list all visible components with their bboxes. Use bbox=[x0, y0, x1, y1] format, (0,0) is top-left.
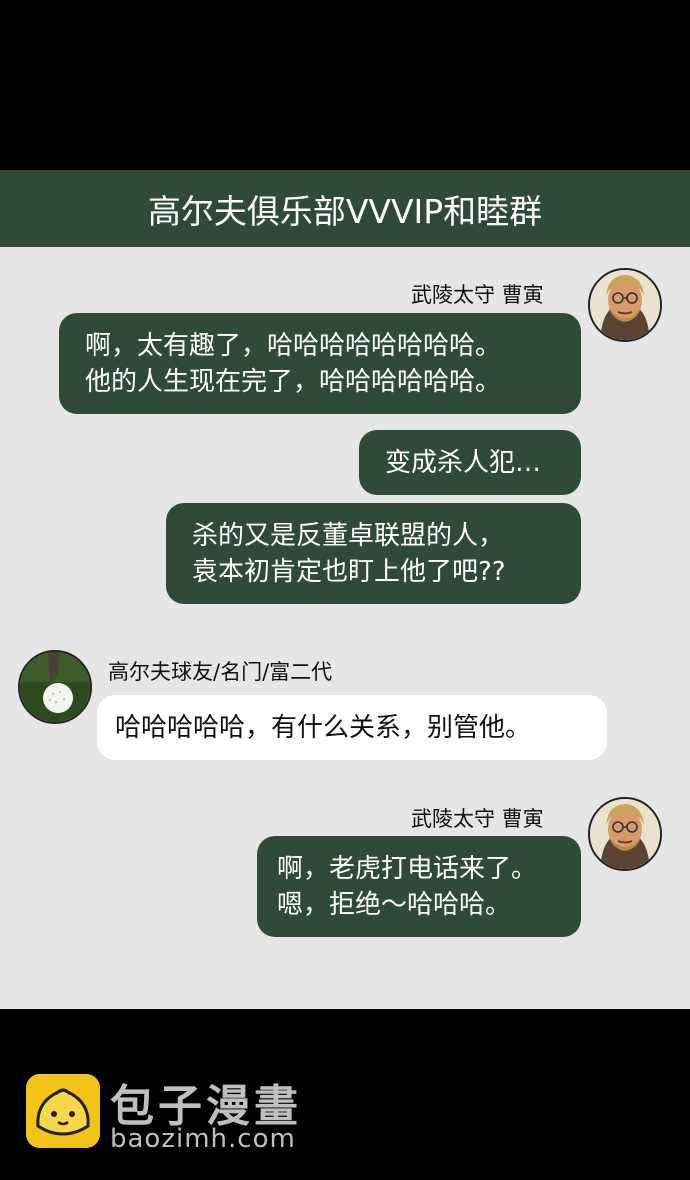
message-line: 杀的又是反董卓联盟的人， bbox=[192, 521, 505, 551]
group-chat-header: 高尔夫俱乐部VVVIP和睦群 bbox=[0, 170, 690, 247]
chat-bubble[interactable]: 啊，太有趣了，哈哈哈哈哈哈哈哈。 他的人生现在完了，哈哈哈哈哈哈。 bbox=[59, 313, 581, 414]
footer-black-margin bbox=[0, 1009, 690, 1180]
bearded-man-avatar-icon[interactable] bbox=[588, 268, 662, 342]
chat-bubble[interactable]: 哈哈哈哈哈，有什么关系，别管他。 bbox=[97, 695, 607, 760]
message-line: 哈哈哈哈哈，有什么关系，别管他。 bbox=[115, 713, 532, 743]
message-line: 啊，太有趣了，哈哈哈哈哈哈哈哈。 bbox=[85, 331, 502, 361]
chat-bubble[interactable]: 啊，老虎打电话来了。 嗯，拒绝～哈哈哈。 bbox=[257, 836, 581, 937]
bearded-man-avatar-icon[interactable] bbox=[588, 797, 662, 871]
top-black-margin bbox=[0, 0, 690, 170]
message-line: 啊，老虎打电话来了。 bbox=[277, 854, 538, 884]
sender-name: 高尔夫球友/名门/富二代 bbox=[108, 660, 333, 684]
steamed-bun-logo-icon bbox=[26, 1074, 100, 1148]
watermark-url[interactable]: baozimh.com bbox=[110, 1124, 296, 1154]
group-chat-title: 高尔夫俱乐部VVVIP和睦群 bbox=[147, 191, 543, 231]
chat-bubble[interactable]: 变成杀人犯… bbox=[359, 430, 581, 495]
sender-name: 武陵太守 曹寅 bbox=[411, 283, 544, 307]
sender-name: 武陵太守 曹寅 bbox=[411, 807, 544, 831]
golf-ball-avatar-icon[interactable] bbox=[18, 650, 92, 724]
message-line: 他的人生现在完了，哈哈哈哈哈哈。 bbox=[85, 367, 502, 397]
message-line: 袁本初肯定也盯上他了吧?? bbox=[192, 557, 506, 587]
message-line: 变成杀人犯… bbox=[385, 448, 542, 478]
message-line: 嗯，拒绝～哈哈哈。 bbox=[277, 890, 512, 920]
chat-bubble[interactable]: 杀的又是反董卓联盟的人， 袁本初肯定也盯上他了吧?? bbox=[166, 503, 581, 604]
